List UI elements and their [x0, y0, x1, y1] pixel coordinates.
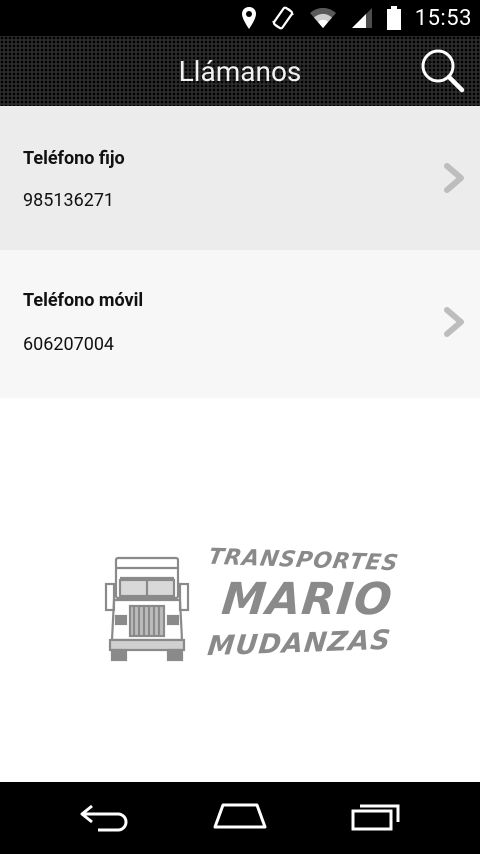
company-logo: TRANSPORTES MARIO MUDANZAS	[104, 545, 401, 668]
status-icons: 15:53	[241, 0, 472, 36]
page-title: Llámanos	[178, 54, 302, 88]
wifi-icon	[309, 7, 337, 29]
contact-label: Teléfono fijo	[23, 148, 125, 169]
rotation-lock-icon	[271, 6, 295, 30]
chevron-right-icon	[442, 163, 466, 193]
status-bar: 15:53	[0, 0, 480, 36]
home-button[interactable]	[205, 796, 275, 840]
logo-line-3: MUDANZAS	[205, 624, 393, 663]
chevron-right-icon	[442, 307, 466, 337]
recent-apps-button[interactable]	[342, 796, 412, 840]
contact-row-landline[interactable]: Teléfono fijo 985136271	[0, 106, 480, 250]
home-icon	[211, 801, 269, 835]
back-button[interactable]	[70, 796, 140, 840]
navigation-bar	[0, 782, 480, 854]
contact-number: 606207004	[23, 334, 115, 355]
battery-icon	[386, 6, 401, 30]
contact-number: 985136271	[23, 190, 115, 211]
contact-label: Teléfono móvil	[23, 290, 144, 311]
truck-icon	[104, 554, 190, 666]
contact-row-mobile[interactable]: Teléfono móvil 606207004	[0, 250, 480, 398]
action-bar: Llámanos	[0, 36, 480, 106]
status-time: 15:53	[414, 5, 472, 31]
search-button[interactable]	[416, 46, 468, 98]
location-icon	[241, 6, 257, 30]
signal-icon	[351, 7, 373, 29]
logo-line-2: MARIO	[219, 574, 396, 625]
back-icon	[78, 800, 132, 836]
recent-apps-icon	[350, 800, 404, 836]
search-icon	[419, 47, 465, 97]
logo-line-1: TRANSPORTES	[206, 544, 401, 577]
